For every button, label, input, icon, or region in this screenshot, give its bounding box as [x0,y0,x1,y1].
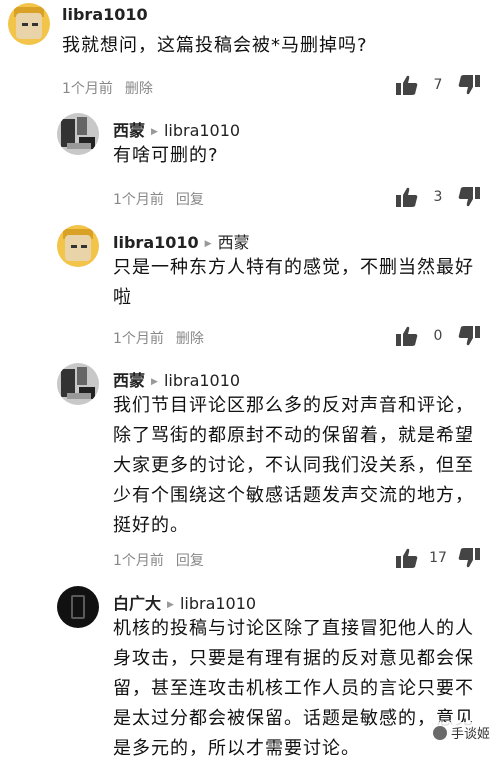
avatar[interactable] [57,363,99,405]
reply-arrow-icon: ▶ [151,377,158,387]
timestamp: 1个月前 [113,192,164,208]
delete-button[interactable]: 删除 [176,331,204,347]
reply-button[interactable]: 回复 [176,553,204,569]
vote-bar: 7 [396,75,480,95]
like-count: 3 [433,189,443,205]
author-name[interactable]: 西蒙 [113,121,145,140]
author-name[interactable]: 白广大 [113,594,161,613]
thumbs-up-icon[interactable] [396,187,418,207]
delete-button[interactable]: 删除 [125,81,153,97]
vote-bar: 0 [396,326,480,346]
thumbs-down-icon[interactable] [458,548,480,568]
vote-bar: 17 [396,548,480,568]
comment-meta: 1个月前 回复 [113,189,204,209]
author-line: 西蒙 ▶ libra1010 [113,367,240,391]
author-line: 西蒙 ▶ libra1010 [113,117,240,141]
reply-to-name[interactable]: libra1010 [164,121,240,140]
reply-arrow-icon: ▶ [204,239,212,249]
reply-arrow-icon: ▶ [151,127,158,137]
comment-meta: 1个月前 删除 [113,328,204,348]
author-name[interactable]: libra1010 [113,233,199,252]
reply-button[interactable]: 回复 [176,192,204,208]
thumbs-down-icon[interactable] [458,187,480,207]
watermark: 手谈姬 [428,722,494,743]
like-count: 0 [433,328,443,344]
reply-to-name[interactable]: 西蒙 [218,233,250,252]
author-line: libra1010 ▶ 西蒙 [113,229,250,253]
author-name[interactable]: 西蒙 [113,371,145,390]
avatar[interactable] [57,586,99,628]
avatar[interactable] [57,225,99,267]
author-line: 白广大 ▶ libra1010 [113,590,256,614]
reply-to-name[interactable]: libra1010 [180,594,256,613]
comment-text: 有啥可删的? [113,145,219,166]
comment-text: 只是一种东方人特有的感觉，不删当然最好啦 [113,257,474,308]
wechat-logo-icon [432,725,447,740]
timestamp: 1个月前 [113,331,164,347]
thumbs-down-icon[interactable] [458,326,480,346]
thumbs-up-icon[interactable] [396,548,418,568]
like-count: 17 [429,550,447,566]
timestamp: 1个月前 [113,553,164,569]
avatar[interactable] [8,3,50,45]
like-count: 7 [433,77,443,93]
reply-arrow-icon: ▶ [167,600,174,610]
comment-meta: 1个月前 回复 [113,550,204,570]
avatar[interactable] [57,113,99,155]
comment-text: 我就想问，这篇投稿会被*马删掉吗? [62,35,368,56]
thumbs-up-icon[interactable] [396,326,418,346]
thumbs-down-icon[interactable] [458,75,480,95]
vote-bar: 3 [396,187,480,207]
reply-to-name[interactable]: libra1010 [164,371,240,390]
thumbs-up-icon[interactable] [396,75,418,95]
author-name: libra1010 [62,5,148,24]
comment-meta: 1个月前 删除 [62,78,153,98]
comment-text: 我们节目评论区那么多的反对声音和评论，除了骂街的都原封不动的保留着，就是希望大家… [113,395,474,536]
timestamp: 1个月前 [62,81,113,97]
